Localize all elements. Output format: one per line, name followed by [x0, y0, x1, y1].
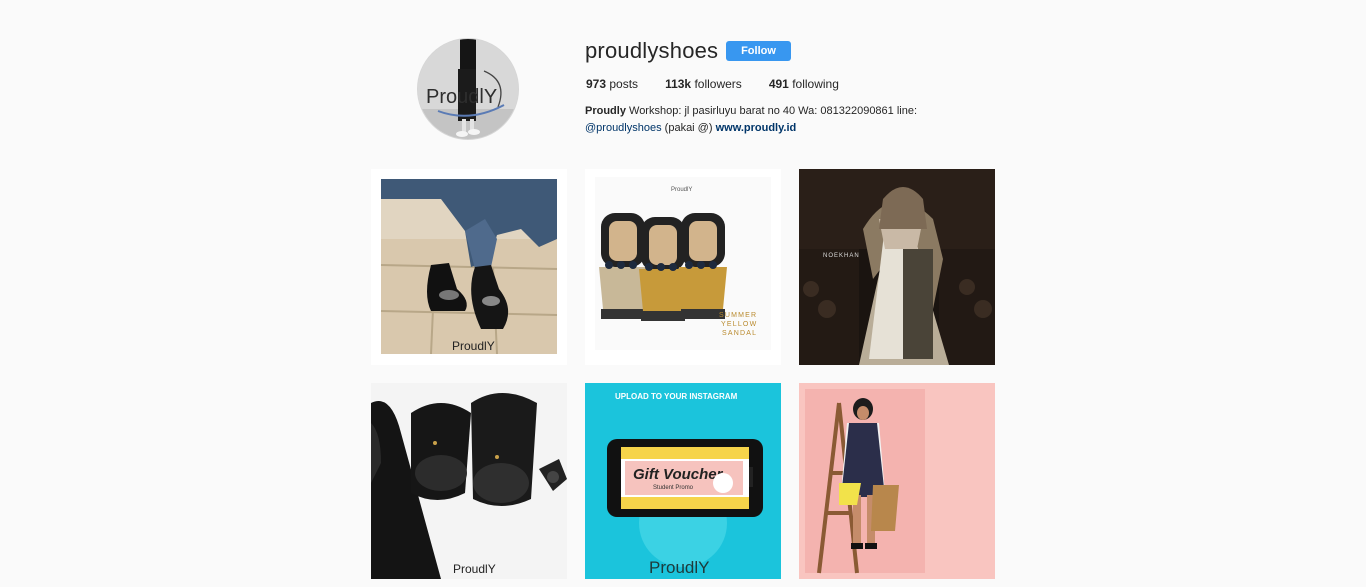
sandal-caption-line: SANDAL: [722, 330, 757, 337]
followers-label: followers: [694, 77, 742, 91]
post-watermark: ProudlY: [671, 187, 692, 193]
bio-mention-link[interactable]: @proudlyshoes: [585, 122, 662, 134]
avatar-image: ProudlY: [418, 39, 518, 139]
following-count: 491: [768, 77, 789, 91]
post-image: UPLOAD TO YOUR INSTAGRAM Gift Voucher St…: [585, 383, 781, 579]
voucher-header: UPLOAD TO YOUR INSTAGRAM: [615, 392, 738, 401]
bio-text: Workshop: jl pasirluyu barat no 40 Wa: 0…: [625, 105, 918, 117]
sandal-caption-line: SUMMER: [719, 312, 757, 319]
bio-website-link[interactable]: www.proudly.id: [716, 122, 797, 134]
bio-after-mention: (pakai @): [661, 122, 716, 134]
followers-count: 113k: [665, 77, 692, 91]
profile-avatar[interactable]: ProudlY: [417, 38, 519, 140]
avatar-logo-text: ProudlY: [426, 86, 497, 108]
post-tile[interactable]: [799, 383, 995, 579]
posts-count: 973: [586, 77, 607, 91]
following-stat[interactable]: 491 following: [769, 77, 839, 91]
posts-stat: 973 posts: [586, 77, 638, 91]
post-tile[interactable]: ProudlY: [371, 383, 567, 579]
posts-label: posts: [609, 77, 639, 91]
post-image: ProudlY: [371, 169, 567, 365]
post-image: ProudlY: [371, 383, 567, 579]
followers-stat[interactable]: 113k followers: [665, 77, 742, 91]
voucher-title: Gift Voucher: [633, 466, 724, 483]
post-image: [799, 383, 995, 579]
post-tile[interactable]: ProudlY: [371, 169, 567, 365]
sandal-caption-line: YELLOW: [721, 321, 757, 328]
post-image: NOEKHAN: [799, 169, 995, 365]
post-tile[interactable]: NOEKHAN: [799, 169, 995, 365]
post-watermark: ProudlY: [452, 339, 495, 353]
bio-name: Proudly: [585, 105, 626, 117]
voucher-subtitle: Student Promo: [653, 485, 694, 491]
post-watermark: ProudlY: [649, 558, 709, 577]
follow-button[interactable]: Follow: [726, 41, 791, 61]
post-watermark: ProudlY: [453, 562, 496, 576]
post-tile[interactable]: UPLOAD TO YOUR INSTAGRAM Gift Voucher St…: [585, 383, 781, 579]
post-image: ProudlY SUMMER YELLOW SANDAL: [585, 169, 781, 365]
post-watermark: NOEKHAN: [823, 253, 860, 259]
profile-bio: Proudly Workshop: jl pasirluyu barat no …: [585, 103, 945, 137]
profile-username: proudlyshoes: [585, 38, 719, 63]
following-label: following: [792, 77, 839, 91]
profile-stats: 973 posts 113k followers 491 following: [586, 77, 866, 91]
post-tile[interactable]: ProudlY SUMMER YELLOW SANDAL: [585, 169, 781, 365]
